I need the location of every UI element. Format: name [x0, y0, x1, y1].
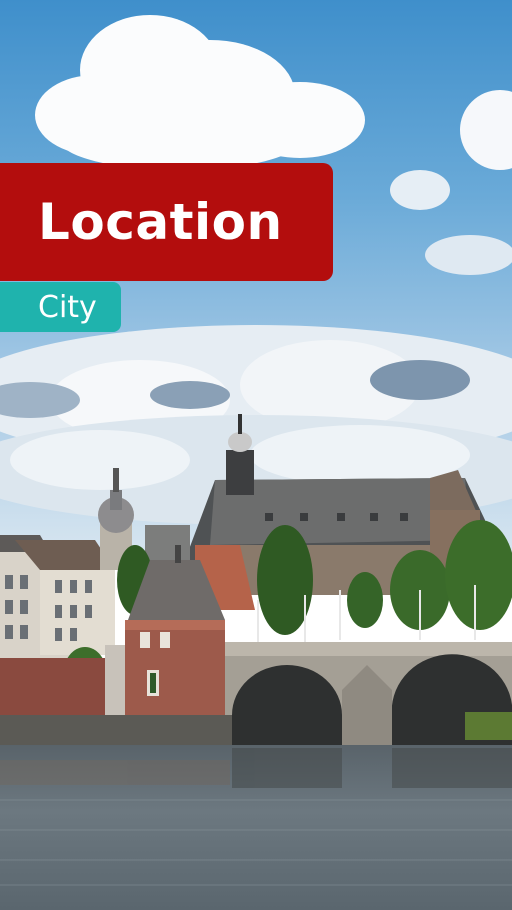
city-photo [0, 0, 512, 910]
location-title-badge: Location [0, 163, 333, 281]
location-title: Location [38, 193, 283, 251]
category-badge: City [0, 282, 121, 332]
category-label: City [38, 289, 97, 325]
